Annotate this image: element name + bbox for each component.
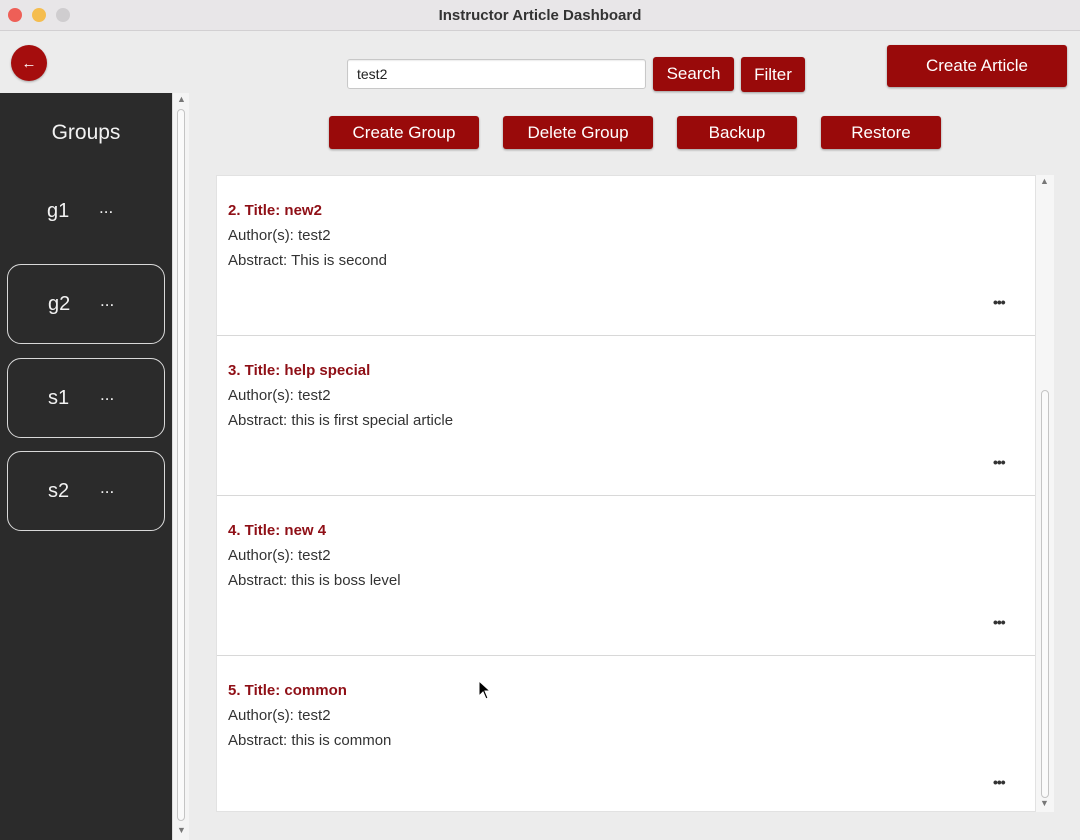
article-title: 5. Title: common <box>228 682 347 699</box>
group-more-button[interactable]: ... <box>99 198 113 218</box>
article-abstract: Abstract: this is boss level <box>228 572 401 589</box>
group-more-button[interactable]: ... <box>100 385 114 405</box>
article-authors: Author(s): test2 <box>228 707 331 724</box>
article-list-scrollbar[interactable]: ▲ ▼ <box>1036 175 1054 812</box>
article-authors: Author(s): test2 <box>228 547 331 564</box>
sidebar-scrollbar[interactable]: ▲ ▼ <box>172 93 189 840</box>
scroll-down-icon[interactable]: ▼ <box>1040 798 1049 808</box>
create-article-button[interactable]: Create Article <box>887 45 1067 87</box>
delete-group-button[interactable]: Delete Group <box>503 116 653 149</box>
groups-sidebar: Groups g1 ... g2 ... s1 ... s2 ... <box>0 93 172 840</box>
sidebar-item-g1[interactable]: g1 ... <box>7 172 165 252</box>
article-abstract: Abstract: this is first special article <box>228 412 454 429</box>
sidebar-title: Groups <box>51 121 121 144</box>
arrow-left-icon: ← <box>21 54 37 72</box>
group-name: g1 <box>47 200 70 222</box>
article-scroll-thumb[interactable] <box>1041 390 1049 798</box>
article-authors: Author(s): test2 <box>228 227 331 244</box>
ellipsis-icon[interactable]: ••• <box>993 294 1006 310</box>
group-name: g2 <box>48 293 71 315</box>
mouse-cursor-icon <box>478 680 492 700</box>
article-card[interactable]: 5. Title: common Author(s): test2 Abstra… <box>217 656 1035 816</box>
sidebar-item-s2[interactable]: s2 ... <box>7 451 165 531</box>
window-titlebar: Instructor Article Dashboard <box>0 0 1080 31</box>
backup-button[interactable]: Backup <box>677 116 797 149</box>
scroll-up-icon[interactable]: ▲ <box>1040 176 1049 186</box>
group-more-button[interactable]: ... <box>100 291 114 311</box>
group-name: s2 <box>48 480 70 502</box>
article-authors: Author(s): test2 <box>228 387 331 404</box>
scroll-down-icon[interactable]: ▼ <box>177 825 186 835</box>
back-button[interactable]: ← <box>11 45 47 81</box>
article-card[interactable]: 2. Title: new2 Author(s): test2 Abstract… <box>217 176 1035 336</box>
article-title: 3. Title: help special <box>228 362 371 379</box>
search-input[interactable] <box>347 59 646 89</box>
article-title: 2. Title: new2 <box>228 202 322 219</box>
group-more-button[interactable]: ... <box>100 478 114 498</box>
scroll-up-icon[interactable]: ▲ <box>177 94 186 104</box>
ellipsis-icon[interactable]: ••• <box>993 614 1006 630</box>
article-abstract: Abstract: This is second <box>228 252 387 269</box>
sidebar-item-s1[interactable]: s1 ... <box>7 358 165 438</box>
ellipsis-icon[interactable]: ••• <box>993 774 1006 790</box>
sidebar-scroll-thumb[interactable] <box>177 109 185 821</box>
article-list: 2. Title: new2 Author(s): test2 Abstract… <box>216 175 1036 812</box>
ellipsis-icon[interactable]: ••• <box>993 454 1006 470</box>
search-button[interactable]: Search <box>653 57 734 91</box>
create-group-button[interactable]: Create Group <box>329 116 479 149</box>
group-name: s1 <box>48 387 70 409</box>
sidebar-item-g2[interactable]: g2 ... <box>7 264 165 344</box>
restore-button[interactable]: Restore <box>821 116 941 149</box>
filter-button[interactable]: Filter <box>741 57 805 92</box>
window-title: Instructor Article Dashboard <box>438 7 642 24</box>
article-abstract: Abstract: this is common <box>228 732 392 749</box>
article-title: 4. Title: new 4 <box>228 522 327 539</box>
article-card[interactable]: 3. Title: help special Author(s): test2 … <box>217 336 1035 496</box>
article-card[interactable]: 4. Title: new 4 Author(s): test2 Abstrac… <box>217 496 1035 656</box>
